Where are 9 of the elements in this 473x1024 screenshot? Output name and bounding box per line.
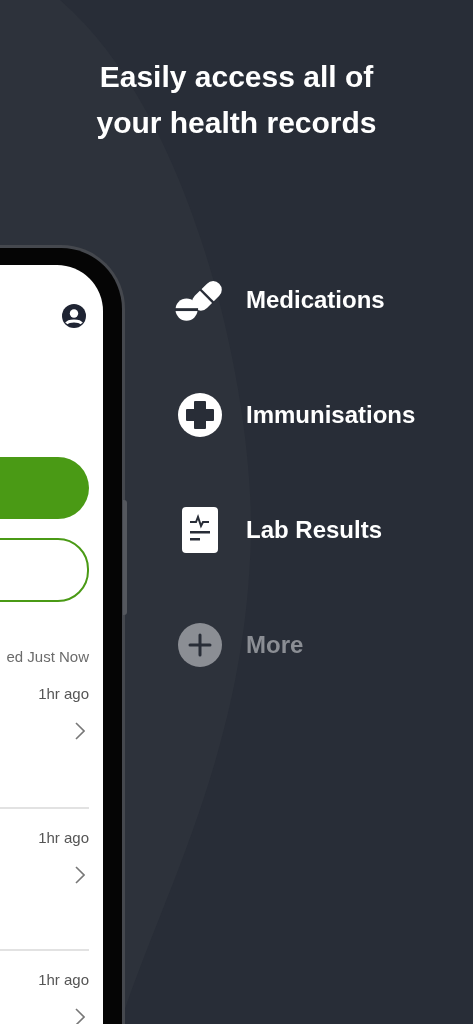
sync-status: ed Just Now xyxy=(6,648,89,665)
record-time: 1hr ago xyxy=(38,829,89,846)
record-time: 1hr ago xyxy=(38,685,89,702)
feature-label: Immunisations xyxy=(246,401,416,429)
feature-label: More xyxy=(246,631,304,659)
headline: Easily access all of your health records xyxy=(95,59,378,141)
feature-label: Lab Results xyxy=(246,516,383,544)
feature-label: Medications xyxy=(246,286,385,314)
record-time: 1hr ago xyxy=(38,971,89,988)
